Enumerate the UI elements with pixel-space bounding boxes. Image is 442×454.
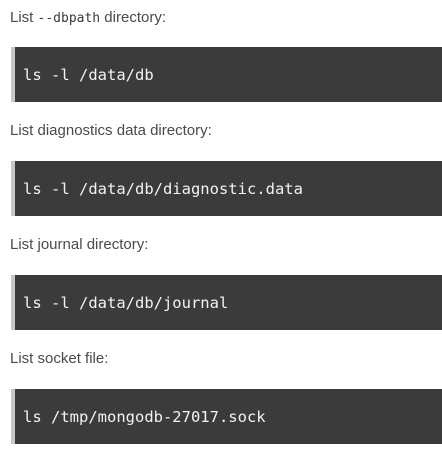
code-block-diagnostics[interactable]: ls -l /data/db/diagnostic.data <box>11 161 442 216</box>
code-command[interactable]: ls -l /data/db <box>23 65 154 85</box>
label-text: List diagnostics data directory: <box>10 122 212 139</box>
section-label-diagnostics: List diagnostics data directory: <box>10 121 212 141</box>
section-label-socket: List socket file: <box>10 349 108 369</box>
label-text: List socket file: <box>10 350 109 367</box>
code-command[interactable]: ls /tmp/mongodb-27017.sock <box>23 407 266 427</box>
section-label-journal: List journal directory: <box>10 235 148 255</box>
code-command[interactable]: ls -l /data/db/diagnostic.data <box>23 179 303 199</box>
code-block-dbpath[interactable]: ls -l /data/db <box>11 47 442 102</box>
label-suffix: directory: <box>100 9 166 26</box>
label-prefix: List <box>10 9 38 26</box>
code-command[interactable]: ls -l /data/db/journal <box>23 293 228 313</box>
section-label-dbpath: List --dbpath directory: <box>10 8 166 29</box>
inline-code-dbpath: --dbpath <box>37 11 101 26</box>
code-block-journal[interactable]: ls -l /data/db/journal <box>11 275 442 330</box>
label-text: List journal directory: <box>10 236 149 253</box>
code-block-socket[interactable]: ls /tmp/mongodb-27017.sock <box>11 389 442 444</box>
